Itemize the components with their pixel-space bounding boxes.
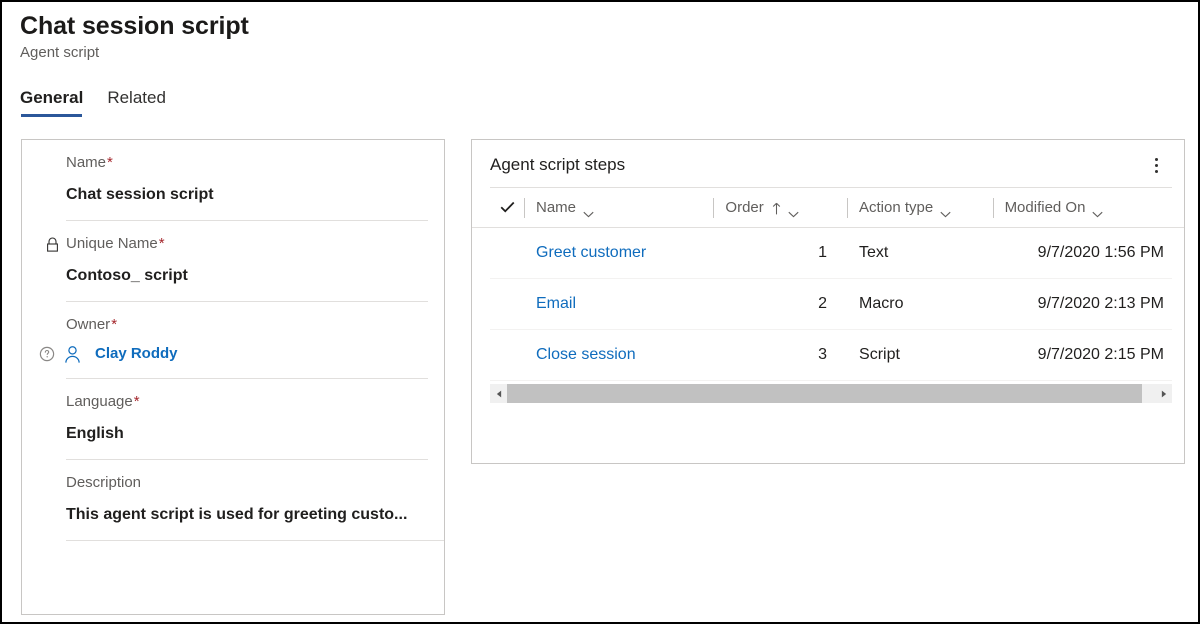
field-language-label: Language* <box>66 392 428 412</box>
app-window: Chat session script Agent script General… <box>0 0 1200 624</box>
row-order-cell: 2 <box>713 293 847 315</box>
scrollbar-thumb[interactable] <box>507 384 1142 403</box>
field-name-label: Name* <box>66 153 428 173</box>
chevron-down-icon[interactable] <box>940 204 951 211</box>
field-language: Language* English <box>22 378 444 459</box>
column-header-modified-on-label: Modified On <box>1005 198 1086 218</box>
page-header: Chat session script Agent script <box>20 10 249 63</box>
column-header-action-type[interactable]: Action type <box>847 196 993 220</box>
chevron-down-icon[interactable] <box>583 204 594 211</box>
field-unique-name-label: Unique Name* <box>66 234 428 254</box>
column-header-name[interactable]: Name <box>524 196 713 220</box>
grid-header: Agent script steps <box>472 140 1184 187</box>
row-name-link[interactable]: Email <box>536 295 576 312</box>
presence-status-icon <box>39 346 55 362</box>
page-title: Chat session script <box>20 10 249 42</box>
field-owner: Owner* <box>22 301 444 378</box>
chevron-down-icon[interactable] <box>788 204 799 211</box>
field-unique-name: Unique Name* Contoso_ script <box>22 220 444 301</box>
table-row[interactable]: Close session 3 Script 9/7/2020 2:15 PM <box>490 330 1172 381</box>
grid-title: Agent script steps <box>490 154 625 176</box>
field-description-value[interactable]: This agent script is used for greeting c… <box>66 504 428 526</box>
tab-general[interactable]: General <box>20 88 83 117</box>
chevron-down-icon[interactable] <box>1092 204 1103 211</box>
column-header-order-label: Order <box>725 198 763 218</box>
general-form-card: Name* Chat session script Unique Name* <box>21 139 445 615</box>
horizontal-scrollbar[interactable] <box>490 384 1172 403</box>
column-header-order[interactable]: Order <box>713 196 847 220</box>
page-subtitle: Agent script <box>20 43 249 63</box>
row-name-cell: Close session <box>524 344 713 366</box>
field-unique-name-required-marker: * <box>159 234 165 254</box>
tab-strip: General Related <box>20 88 166 117</box>
row-name-link[interactable]: Greet customer <box>536 244 646 261</box>
table-row[interactable]: Email 2 Macro 9/7/2020 2:13 PM <box>490 279 1172 330</box>
lock-icon <box>46 237 59 252</box>
tab-related[interactable]: Related <box>107 88 166 117</box>
row-action-type-cell: Macro <box>847 293 993 315</box>
row-action-type-cell: Script <box>847 344 993 366</box>
grid-column-header-row: Name Order <box>472 188 1184 228</box>
field-description-label-text: Description <box>66 473 141 493</box>
row-order-cell: 3 <box>713 344 847 366</box>
field-owner-label: Owner* <box>66 315 428 335</box>
grid-rows: Greet customer 1 Text 9/7/2020 1:56 PM E… <box>472 228 1184 381</box>
column-header-action-type-label: Action type <box>859 198 933 218</box>
row-order-cell: 1 <box>713 242 847 264</box>
column-header-modified-on[interactable]: Modified On <box>993 196 1172 220</box>
table-row[interactable]: Greet customer 1 Text 9/7/2020 1:56 PM <box>490 228 1172 279</box>
field-name-value[interactable]: Chat session script <box>66 184 428 206</box>
row-name-cell: Email <box>524 293 713 315</box>
scroll-right-arrow-icon[interactable] <box>1155 384 1172 403</box>
row-action-type-cell: Text <box>847 242 993 264</box>
row-name-cell: Greet customer <box>524 242 713 264</box>
scrollbar-track[interactable] <box>507 384 1155 403</box>
field-name: Name* Chat session script <box>22 140 444 220</box>
scroll-left-arrow-icon[interactable] <box>490 384 507 403</box>
row-modified-on-cell: 9/7/2020 1:56 PM <box>993 242 1172 264</box>
field-owner-label-text: Owner <box>66 315 110 335</box>
field-unique-name-value: Contoso_ script <box>66 265 428 287</box>
sort-ascending-icon <box>772 201 781 214</box>
row-name-link[interactable]: Close session <box>536 346 636 363</box>
field-unique-name-label-text: Unique Name <box>66 234 158 254</box>
select-all-checkmark-icon[interactable] <box>490 200 524 215</box>
owner-value-row[interactable]: Clay Roddy <box>66 344 428 364</box>
field-language-label-text: Language <box>66 392 133 412</box>
agent-script-steps-card: Agent script steps Name <box>471 139 1185 464</box>
row-modified-on-cell: 9/7/2020 2:13 PM <box>993 293 1172 315</box>
row-modified-on-cell: 9/7/2020 2:15 PM <box>993 344 1172 366</box>
more-options-icon[interactable] <box>1140 149 1172 181</box>
field-description: Description This agent script is used fo… <box>22 459 444 540</box>
owner-name-link[interactable]: Clay Roddy <box>95 344 178 364</box>
field-owner-required-marker: * <box>111 315 117 335</box>
person-icon <box>63 345 82 364</box>
form-bottom-divider <box>66 540 444 541</box>
field-description-label: Description <box>66 473 428 493</box>
field-language-required-marker: * <box>134 392 140 412</box>
field-name-label-text: Name <box>66 153 106 173</box>
field-name-required-marker: * <box>107 153 113 173</box>
field-language-value[interactable]: English <box>66 423 428 445</box>
column-header-name-label: Name <box>536 198 576 218</box>
